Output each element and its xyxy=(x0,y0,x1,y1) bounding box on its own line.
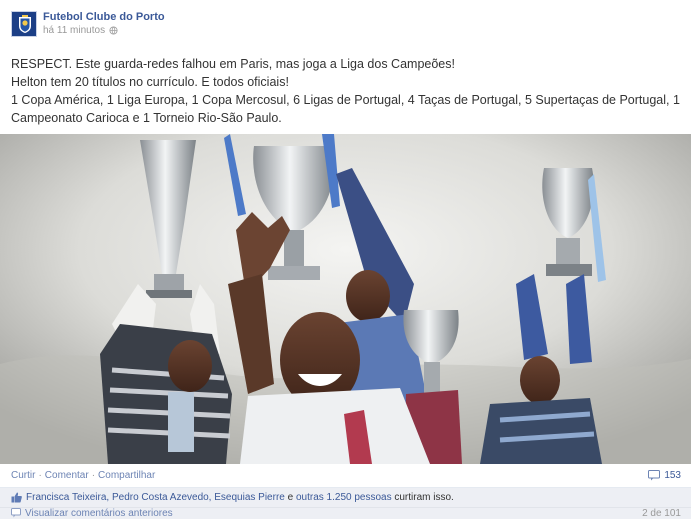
post-line-1: RESPECT. Este guarda-redes falhou em Par… xyxy=(11,57,455,71)
comment-count-button[interactable]: 153 xyxy=(648,470,681,481)
fcp-crest-icon xyxy=(12,12,36,36)
action-separator: · xyxy=(91,470,96,481)
post-photo[interactable] xyxy=(0,134,691,464)
post-message: RESPECT. Este guarda-redes falhou em Par… xyxy=(11,55,681,127)
globe-icon xyxy=(109,26,118,35)
thumbs-up-icon xyxy=(11,492,22,503)
comment-link[interactable]: Comentar xyxy=(45,470,89,481)
others-likers-link[interactable]: outras 1.250 pessoas xyxy=(296,492,392,503)
post-line-3: 1 Copa América, 1 Liga Europa, 1 Copa Me… xyxy=(11,93,680,125)
post-header: Futebol Clube do Porto há 11 minutos xyxy=(11,11,165,39)
post-timestamp[interactable]: há 11 minutos xyxy=(43,24,105,37)
post-actions-bar: Curtir · Comentar · Compartilhar 153 xyxy=(0,464,691,488)
page-name-link[interactable]: Futebol Clube do Porto xyxy=(43,11,165,24)
likes-suffix: curtiram isso. xyxy=(391,492,454,503)
speech-bubble-icon xyxy=(11,508,21,518)
trophies-photo xyxy=(0,134,691,464)
comment-bubble-icon xyxy=(648,470,661,481)
comments-pager: 2 de 101 xyxy=(642,508,681,519)
post-line-2: Helton tem 20 títulos no currículo. E to… xyxy=(11,75,289,89)
view-previous-comments-row: Visualizar comentários anteriores 2 de 1… xyxy=(0,508,691,519)
comment-count: 153 xyxy=(664,470,681,481)
like-link[interactable]: Curtir xyxy=(11,470,35,481)
likes-summary: Francisca Teixeira, Pedro Costa Azevedo,… xyxy=(0,488,691,508)
likes-connector: e xyxy=(284,492,296,503)
page-avatar[interactable] xyxy=(11,11,37,37)
action-separator: · xyxy=(38,470,42,481)
likers-names-link[interactable]: Francisca Teixeira, Pedro Costa Azevedo,… xyxy=(26,492,285,503)
share-link[interactable]: Compartilhar xyxy=(98,470,155,481)
view-previous-comments-link[interactable]: Visualizar comentários anteriores xyxy=(25,508,173,519)
